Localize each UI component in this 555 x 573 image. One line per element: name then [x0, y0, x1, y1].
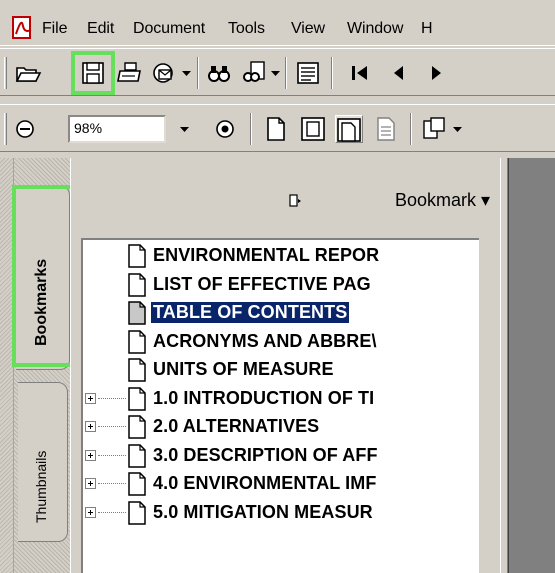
menu-file[interactable]: File [42, 20, 67, 40]
toolbar-separator [197, 57, 199, 89]
toolbar-separator [331, 57, 333, 89]
bookmarks-panel: Bookmark ▾ ENVIRONMENTAL REPOR LIST OF EF… [70, 158, 508, 573]
document-view[interactable] [508, 158, 555, 573]
open-button[interactable] [14, 59, 42, 87]
bookmark-label: UNITS OF MEASURE [153, 359, 334, 379]
bookmark-label: 1.0 INTRODUCTION OF TI [153, 387, 375, 408]
expand-plus-icon[interactable] [85, 506, 96, 518]
bookmark-page-icon [128, 358, 146, 382]
bookmark-page-icon [128, 443, 146, 468]
previous-page-button[interactable] [385, 59, 413, 87]
tree-connector [98, 426, 126, 427]
zoom-out-button[interactable] [14, 118, 36, 140]
save-button[interactable] [79, 59, 107, 87]
rotate-view-button[interactable] [420, 115, 448, 143]
bookmark-page-icon [128, 244, 146, 268]
document-properties-icon [297, 62, 319, 84]
bookmark-page-icon [128, 386, 146, 411]
bookmark-page-icon [128, 415, 146, 439]
bookmark-options-icon [289, 194, 301, 207]
bookmark-page-icon [128, 329, 146, 354]
menu-tools[interactable]: Tools [228, 20, 265, 40]
bookmarks-tab-highlight [12, 185, 78, 367]
expand-plus-icon[interactable] [85, 392, 96, 404]
email-icon [153, 63, 173, 83]
find-in-document-icon [243, 61, 265, 82]
bookmark-label: 3.0 DESCRIPTION OF AFF [153, 444, 378, 465]
bookmark-page-icon [128, 472, 146, 496]
open-icon [15, 67, 42, 82]
menu-view[interactable]: View [291, 20, 325, 40]
next-page-icon [432, 66, 441, 80]
bookmark-label: LIST OF EFFECTIVE PAG [153, 273, 371, 294]
next-page-button[interactable] [423, 59, 451, 87]
bookmark-label: 4.0 ENVIRONMENTAL IMF [153, 473, 377, 493]
tree-connector [98, 397, 126, 399]
actual-size-button[interactable] [262, 115, 290, 143]
chevron-down-icon[interactable] [180, 127, 189, 133]
zoom-in-button[interactable] [213, 117, 237, 141]
zoom-in-icon [216, 120, 234, 138]
chevron-down-icon[interactable] [453, 127, 462, 133]
bookmark-label: 2.0 ALTERNATIVES [153, 416, 320, 436]
save-icon [82, 62, 104, 84]
tree-connector [98, 483, 126, 484]
fit-page-button[interactable] [299, 115, 327, 143]
bookmark-page-icon [128, 272, 146, 297]
email-button[interactable] [150, 59, 178, 87]
actual-size-icon [267, 117, 285, 141]
bookmark-label: ACRONYMS AND ABBRE\ [153, 330, 377, 351]
toolbar-separator [285, 57, 287, 89]
first-page-icon [352, 66, 367, 80]
expand-plus-icon[interactable] [85, 421, 96, 432]
view-toolbar: 98% [0, 104, 555, 152]
toolbar-grip[interactable] [4, 113, 7, 145]
bookmark-page-icon [128, 301, 146, 325]
bookmark-label: 5.0 MITIGATION MEASUR [153, 501, 373, 522]
toolbar-separator [250, 113, 252, 145]
bookmark-options-menu[interactable]: Bookmark ▾ [395, 190, 490, 211]
tab-thumbnails-label: Thumbnails [33, 450, 49, 523]
menu-bar: File Edit Document Tools View Window H [0, 0, 555, 46]
page-view-button[interactable] [294, 59, 322, 87]
adobe-reader-icon [12, 16, 32, 39]
toolbar-separator [410, 113, 412, 145]
toolbar-grip[interactable] [4, 57, 7, 89]
bookmark-label: ENVIRONMENTAL REPOR [153, 245, 380, 265]
tab-thumbnails[interactable]: Thumbnails [18, 382, 68, 542]
menu-document[interactable]: Document [133, 20, 205, 40]
rotate-view-icon [423, 117, 445, 139]
previous-page-icon [394, 66, 403, 80]
print-button[interactable] [116, 59, 144, 87]
file-toolbar [0, 48, 555, 96]
chevron-down-icon[interactable] [182, 71, 191, 77]
fit-width-icon [337, 118, 361, 142]
binoculars-icon [208, 66, 230, 82]
menu-edit[interactable]: Edit [87, 20, 114, 40]
chevron-down-icon[interactable] [271, 71, 280, 77]
zoom-level-field[interactable]: 98% [68, 115, 166, 143]
fit-page-icon [301, 117, 325, 141]
reflow-icon [377, 117, 395, 141]
pane-splitter[interactable] [500, 158, 508, 573]
find-button[interactable] [239, 59, 267, 87]
expand-plus-icon[interactable] [85, 478, 96, 489]
zoom-out-icon [16, 120, 34, 138]
menu-window[interactable]: Window [347, 20, 403, 40]
search-button[interactable] [205, 59, 233, 87]
fit-width-button[interactable] [335, 115, 363, 143]
first-page-button[interactable] [345, 59, 373, 87]
bookmark-label: TABLE OF CONTENTS [151, 302, 350, 323]
reflow-button[interactable] [372, 115, 400, 143]
print-icon [117, 62, 141, 82]
bookmark-page-icon [128, 500, 146, 525]
expand-plus-icon[interactable] [85, 449, 96, 461]
bookmarks-tree[interactable]: ENVIRONMENTAL REPOR LIST OF EFFECTIVE PAG… [81, 238, 479, 573]
tree-connector [98, 454, 126, 456]
menu-help[interactable]: H [421, 20, 433, 40]
tree-connector [98, 511, 126, 513]
